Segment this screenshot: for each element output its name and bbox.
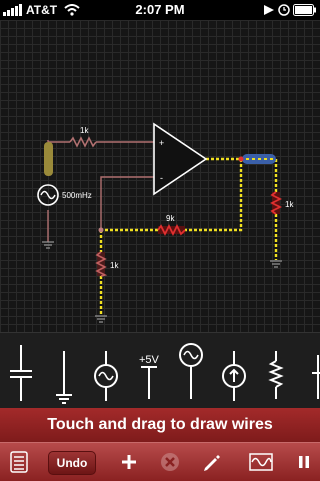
bottom-toolbar: Undo xyxy=(0,442,320,481)
oscilloscope-icon xyxy=(249,453,273,471)
ac-voltage-source-icon[interactable] xyxy=(179,343,203,399)
resistor-input[interactable] xyxy=(69,136,97,148)
ground-output[interactable] xyxy=(270,260,282,268)
dc-rail-icon[interactable]: +5V xyxy=(139,354,160,399)
opamp-plus-label: + xyxy=(159,138,164,148)
dc-rail-label: +5V xyxy=(139,354,160,366)
delete-icon xyxy=(161,453,179,471)
wire-output-down[interactable] xyxy=(185,159,243,232)
pen-button[interactable] xyxy=(198,443,224,481)
resistor-icon[interactable] xyxy=(268,351,284,399)
opamp-minus-label: - xyxy=(160,173,163,183)
wire-minus-input[interactable] xyxy=(100,176,154,230)
ac-source-icon[interactable] xyxy=(94,351,118,401)
list-icon xyxy=(10,451,28,473)
battery-icon xyxy=(293,4,316,16)
menu-button[interactable] xyxy=(6,443,32,481)
play-icon xyxy=(264,5,274,15)
capacitor-icon[interactable] xyxy=(10,345,32,401)
resistor-output[interactable] xyxy=(269,191,283,215)
op-amp[interactable] xyxy=(153,122,208,196)
current-source-icon[interactable] xyxy=(222,351,246,401)
circuit-canvas[interactable]: 1k 500mHz + - 9k 1k 1k xyxy=(0,20,320,332)
add-button[interactable] xyxy=(116,443,142,481)
delete-button[interactable] xyxy=(157,443,183,481)
resistor-ground-label: 1k xyxy=(110,261,119,270)
component-palette: +5V xyxy=(0,332,320,409)
pencil-icon xyxy=(204,455,220,471)
hint-banner: Touch and drag to draw wires xyxy=(0,408,320,442)
source-frequency-label: 500mHz xyxy=(62,191,92,200)
ground-icon[interactable] xyxy=(56,351,72,404)
ac-source[interactable] xyxy=(37,184,59,206)
plus-icon xyxy=(122,455,136,469)
clock-icon xyxy=(278,4,290,16)
resistor-input-label: 1k xyxy=(80,126,89,135)
pause-button[interactable] xyxy=(292,443,316,481)
source-wire-highlight[interactable] xyxy=(44,142,53,176)
undo-button[interactable]: Undo xyxy=(48,451,96,475)
status-bar: AT&T 2:07 PM xyxy=(0,0,320,20)
scope-button[interactable] xyxy=(246,443,276,481)
ground-source[interactable] xyxy=(42,241,54,249)
partial-component-icon[interactable] xyxy=(312,355,320,399)
resistor-ground[interactable] xyxy=(95,251,108,277)
resistor-output-label: 1k xyxy=(285,200,294,209)
ground-feedback[interactable] xyxy=(95,315,107,323)
resistor-feedback-label: 9k xyxy=(166,214,175,223)
pause-icon xyxy=(299,456,309,468)
junction-node[interactable] xyxy=(98,227,104,233)
resistor-feedback[interactable] xyxy=(157,223,186,237)
